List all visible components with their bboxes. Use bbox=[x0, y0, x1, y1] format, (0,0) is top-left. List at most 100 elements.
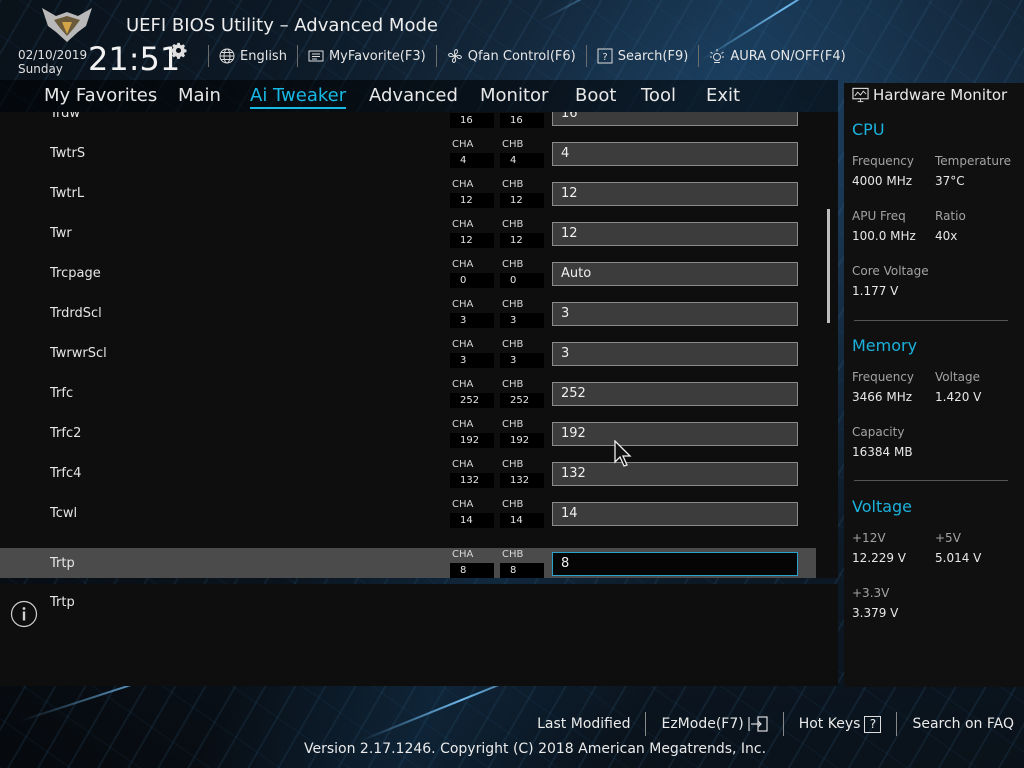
favorite-list-icon bbox=[308, 50, 324, 62]
tab-exit[interactable]: Exit bbox=[706, 85, 740, 106]
monitor-icon bbox=[852, 87, 869, 103]
tab-boot[interactable]: Boot bbox=[575, 85, 616, 106]
settings-list: TrdwCHA16CHB1616TwtrSCHA4CHB44TwtrLCHA12… bbox=[0, 112, 838, 578]
ratio-value: 40x bbox=[935, 229, 958, 243]
exit-arrow-icon bbox=[748, 716, 768, 732]
channel-b-readout: CHB16 bbox=[500, 112, 544, 130]
tab-my-favorites[interactable]: My Favorites bbox=[44, 85, 157, 106]
help-text: Trtp bbox=[50, 595, 75, 610]
channel-b-value: 4 bbox=[500, 153, 544, 168]
tab-tool[interactable]: Tool bbox=[641, 85, 676, 106]
scrollbar-thumb[interactable] bbox=[827, 209, 830, 323]
channel-b-name: CHB bbox=[502, 139, 524, 150]
channel-b-name: CHB bbox=[502, 379, 524, 390]
channel-b-name: CHB bbox=[502, 219, 524, 230]
setting-row[interactable]: TwtrS CHA 4 CHB 4 4 bbox=[0, 138, 816, 170]
v5-value: 5.014 V bbox=[935, 551, 982, 565]
help-key-icon: ? bbox=[864, 715, 882, 733]
setting-value-field[interactable]: 4 bbox=[552, 142, 798, 166]
setting-row[interactable]: Trfc2 CHA 192 CHB 192 192 bbox=[0, 418, 816, 450]
setting-value-field[interactable]: 8 bbox=[552, 552, 798, 576]
setting-value-field[interactable]: 132 bbox=[552, 462, 798, 486]
setting-row[interactable]: Twr CHA 12 CHB 12 12 bbox=[0, 218, 816, 250]
search-label: Search(F9) bbox=[617, 48, 689, 64]
setting-row[interactable]: TrdwCHA16CHB1616 bbox=[0, 112, 816, 130]
channel-a-value: 4 bbox=[450, 153, 494, 168]
last-modified-label: Last Modified bbox=[537, 716, 631, 732]
channel-a-name: CHA bbox=[452, 299, 474, 310]
channel-a-name: CHA bbox=[452, 459, 474, 470]
setting-row[interactable]: Trfc4 CHA 132 CHB 132 132 bbox=[0, 458, 816, 490]
aura-light-icon bbox=[710, 49, 725, 63]
main-menu: My Favorites Main Ai Tweaker Advanced Mo… bbox=[0, 80, 838, 112]
setting-row[interactable]: Trcpage CHA 0 CHB 0 Auto bbox=[0, 258, 816, 290]
core-voltage-label: Core Voltage bbox=[852, 264, 929, 278]
channel-b-value: 14 bbox=[500, 513, 544, 528]
channel-b-name: CHB bbox=[502, 259, 524, 270]
help-panel: Trtp bbox=[0, 584, 838, 686]
setting-label: Trfc bbox=[50, 386, 74, 401]
ezmode-button[interactable]: EzMode(F7) bbox=[661, 716, 768, 732]
section-divider bbox=[854, 480, 1008, 481]
setting-value-field[interactable]: 16 bbox=[552, 112, 798, 126]
aura-toggle-button[interactable]: AURA ON/OFF(F4) bbox=[709, 48, 846, 64]
setting-row[interactable]: TwrwrScl CHA 3 CHB 3 3 bbox=[0, 338, 816, 370]
last-modified-button[interactable]: Last Modified bbox=[537, 716, 630, 732]
search-faq-button[interactable]: Search on FAQ bbox=[912, 716, 1014, 732]
myfavorite-button[interactable]: MyFavorite(F3) bbox=[308, 48, 426, 64]
language-button[interactable]: English bbox=[219, 48, 287, 64]
search-help-icon: ? bbox=[597, 48, 613, 64]
setting-row[interactable]: Trfc CHA 252 CHB 252 252 bbox=[0, 378, 816, 410]
cpu-temperature-label: Temperature bbox=[935, 154, 1012, 168]
hot-keys-button[interactable]: Hot Keys ? bbox=[799, 715, 882, 733]
setting-label: TrdrdScl bbox=[50, 306, 102, 321]
cpu-frequency-label: Frequency bbox=[852, 154, 914, 168]
tab-ai-tweaker[interactable]: Ai Tweaker bbox=[250, 85, 347, 109]
channel-a-readout: CHA 3 bbox=[450, 338, 494, 370]
channel-a-value: 12 bbox=[450, 193, 494, 208]
channel-a-name: CHA bbox=[452, 139, 474, 150]
setting-row[interactable]: Trtp CHA 8 CHB 8 8 bbox=[0, 548, 816, 578]
setting-row[interactable]: Tcwl CHA 14 CHB 14 14 bbox=[0, 498, 816, 530]
channel-b-name: CHB bbox=[502, 499, 524, 510]
channel-a-value: 14 bbox=[450, 513, 494, 528]
channel-b-value: 3 bbox=[500, 353, 544, 368]
tuf-logo bbox=[42, 8, 92, 42]
ezmode-label: EzMode(F7) bbox=[661, 716, 744, 732]
channel-a-name: CHA bbox=[452, 499, 474, 510]
channel-b-readout: CHB 192 bbox=[500, 418, 544, 450]
setting-value-field[interactable]: Auto bbox=[552, 262, 798, 286]
gear-icon[interactable] bbox=[170, 42, 187, 59]
channel-b-value: 132 bbox=[500, 473, 544, 488]
tab-main[interactable]: Main bbox=[178, 85, 221, 106]
setting-row[interactable]: TrdrdScl CHA 3 CHB 3 3 bbox=[0, 298, 816, 330]
memory-voltage-value: 1.420 V bbox=[935, 390, 982, 404]
channel-a-value: 16 bbox=[450, 113, 494, 128]
channel-a-name: CHA bbox=[452, 419, 474, 430]
top-toolbar: English MyFavorite(F3) Qfan Control(F6) … bbox=[198, 45, 846, 67]
version-text: Version 2.17.1246. Copyright (C) 2018 Am… bbox=[304, 741, 767, 757]
setting-value-field[interactable]: 252 bbox=[552, 382, 798, 406]
channel-a-name: CHA bbox=[452, 379, 474, 390]
setting-value-field[interactable]: 192 bbox=[552, 422, 798, 446]
setting-value-field[interactable]: 14 bbox=[552, 502, 798, 526]
day-text: Sunday bbox=[18, 62, 63, 76]
setting-value-field[interactable]: 12 bbox=[552, 182, 798, 206]
setting-label: TwtrS bbox=[50, 146, 86, 161]
tab-monitor[interactable]: Monitor bbox=[480, 85, 548, 106]
channel-b-readout: CHB 3 bbox=[500, 338, 544, 370]
channel-b-value: 0 bbox=[500, 273, 544, 288]
tab-advanced[interactable]: Advanced bbox=[369, 85, 458, 106]
channel-a-name: CHA bbox=[452, 339, 474, 350]
setting-row[interactable]: TwtrL CHA 12 CHB 12 12 bbox=[0, 178, 816, 210]
qfan-control-button[interactable]: Qfan Control(F6) bbox=[447, 48, 576, 64]
setting-value-field[interactable]: 3 bbox=[552, 342, 798, 366]
setting-value-field[interactable]: 12 bbox=[552, 222, 798, 246]
search-button[interactable]: ? Search(F9) bbox=[597, 48, 689, 64]
channel-b-value: 3 bbox=[500, 313, 544, 328]
core-voltage-value: 1.177 V bbox=[852, 284, 899, 298]
channel-b-readout: CHB 8 bbox=[500, 548, 544, 578]
setting-label: Tcwl bbox=[50, 506, 78, 521]
setting-value-field[interactable]: 3 bbox=[552, 302, 798, 326]
memory-voltage-label: Voltage bbox=[935, 370, 981, 384]
